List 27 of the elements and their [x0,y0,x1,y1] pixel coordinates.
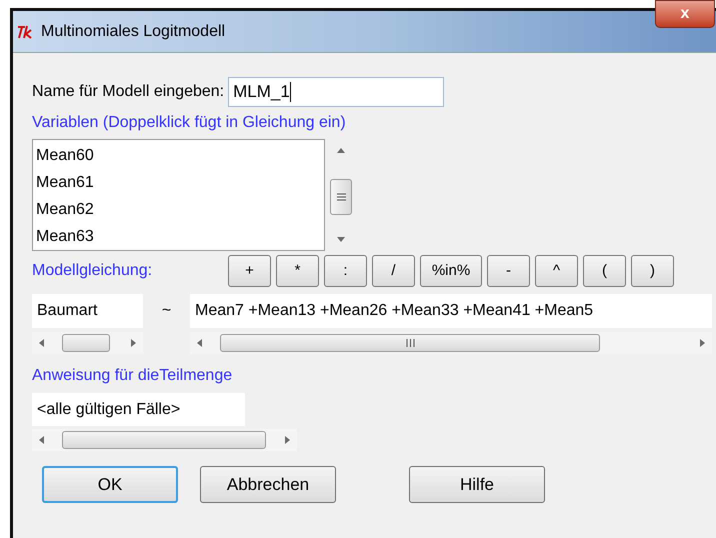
operator-button[interactable]: - [487,255,530,287]
operator-button[interactable]: * [276,255,319,287]
equation-label: Modellgleichung: [32,261,154,281]
variable-list-item[interactable]: Mean60 [36,142,324,169]
operator-button[interactable]: ^ [535,255,578,287]
dialog-button[interactable]: OK [42,466,178,503]
dialog-button[interactable]: Abbrechen [200,466,336,503]
operator-button[interactable]: %in% [420,255,482,287]
variable-list-item[interactable]: Mean62 [36,196,324,223]
variables-label: Variablen (Doppelklick fügt in Gleichung ein) [32,113,347,133]
operator-button[interactable]: ) [631,255,674,287]
operator-button[interactable]: + [228,255,271,287]
name-input-field[interactable]: MLM_1 [228,77,444,107]
operator-button[interactable]: : [324,255,367,287]
variable-listbox[interactable]: Mean60 Mean61 Mean62 Mean63 [32,139,325,251]
subset-field[interactable]: <alle gültigen Fälle> [32,393,245,426]
name-label: Name für Modell eingeben: [32,82,224,102]
subset-label: Anweisung für dieTeilmenge [32,366,234,386]
response-field[interactable]: Baumart [32,294,143,328]
formula-field[interactable]: Mean7 +Mean13 +Mean26 +Mean33 +Mean41 +Mean5 [190,294,712,328]
operator-button[interactable]: ( [583,255,626,287]
tilde-label: ~ [160,301,172,321]
window-title: Multinomiales Logitmodell [41,22,226,42]
variable-list-item[interactable]: Mean61 [36,169,324,196]
operator-button[interactable]: / [372,255,415,287]
dialog-button[interactable]: Hilfe [409,466,545,503]
variable-list-item[interactable]: Mean63 [36,223,324,250]
